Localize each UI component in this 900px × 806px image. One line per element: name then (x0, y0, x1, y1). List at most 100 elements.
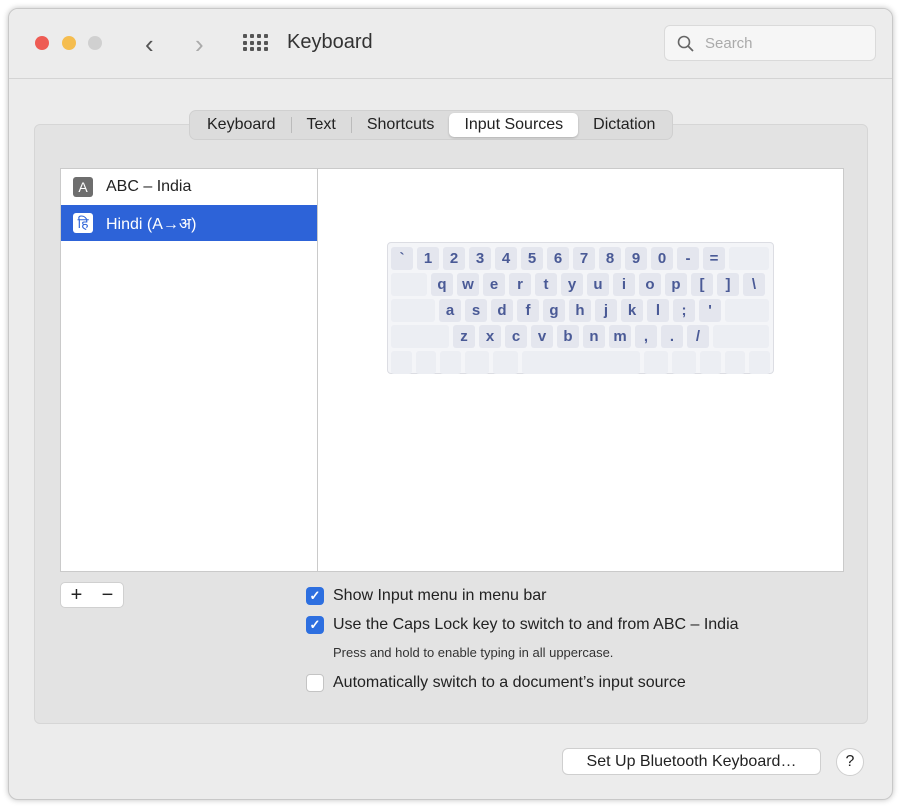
key: q (431, 273, 453, 296)
auto-switch-checkbox[interactable]: Automatically switch to a document’s inp… (306, 674, 686, 692)
key: ' (699, 299, 721, 322)
hindi-source-icon: हि (73, 213, 93, 233)
blank-key (464, 351, 490, 374)
remove-button[interactable]: − (92, 584, 123, 607)
key: ] (717, 273, 739, 296)
blank-key (725, 299, 769, 322)
blank-key (671, 351, 697, 374)
checkbox-empty (306, 674, 324, 692)
abc-source-icon: A (73, 177, 93, 197)
key: w (457, 273, 479, 296)
key: n (583, 325, 605, 348)
tab-input-sources[interactable]: Input Sources (449, 113, 579, 137)
blank-key (440, 351, 461, 374)
blank-key (749, 351, 771, 374)
zoom-button[interactable] (88, 36, 102, 50)
blank-key (391, 299, 435, 322)
tab-keyboard[interactable]: Keyboard (192, 113, 291, 137)
background-page (0, 0, 8, 806)
key: 1 (417, 247, 439, 270)
search-field[interactable]: Search (664, 25, 876, 61)
keyboard-row: q w e r t y u i o p[] \ (391, 273, 770, 296)
key: [ (691, 273, 713, 296)
key: i (613, 273, 635, 296)
key: 3 (469, 247, 491, 270)
caps-lock-checkbox[interactable]: ✓ Use the Caps Lock key to switch to and… (306, 616, 739, 634)
keyboard-preview-panel: ` 1 2 3 4 5 6 7 8 9 0- = q w e r t y u i o p[] \ a s d f g h j k l; ' z x c… (317, 168, 844, 572)
blank-key (493, 351, 518, 374)
input-source-list: A ABC – India हि Hindi (A→अ) (60, 168, 318, 572)
checkmark-icon: ✓ (306, 616, 324, 634)
blank-key (643, 351, 668, 374)
title-bar: ‹ › Keyboard Search (9, 9, 892, 79)
show-input-menu-checkbox[interactable]: ✓ Show Input menu in menu bar (306, 587, 546, 605)
blank-key (700, 351, 721, 374)
key: l (647, 299, 669, 322)
help-button[interactable]: ? (836, 748, 864, 776)
tab-shortcuts[interactable]: Shortcuts (352, 113, 450, 137)
key: p (665, 273, 687, 296)
bluetooth-keyboard-button[interactable]: Set Up Bluetooth Keyboard… (562, 748, 821, 775)
checkbox-label: Use the Caps Lock key to switch to and f… (333, 616, 739, 633)
minimize-button[interactable] (62, 36, 76, 50)
key: 2 (443, 247, 465, 270)
key: ` (391, 247, 413, 270)
forward-icon[interactable]: › (195, 29, 204, 60)
key: 6 (547, 247, 569, 270)
key: \ (743, 273, 765, 296)
key: 5 (521, 247, 543, 270)
preferences-window: ‹ › Keyboard Search Keyboard Text Shortc… (8, 8, 893, 800)
back-icon[interactable]: ‹ (145, 29, 154, 60)
blank-key (521, 351, 640, 374)
key: o (639, 273, 661, 296)
key: , (635, 325, 657, 348)
key: 0 (651, 247, 673, 270)
close-button[interactable] (35, 36, 49, 50)
keyboard-row: z x c v b n m,. / (391, 325, 770, 348)
checkbox-label: Show Input menu in menu bar (333, 587, 547, 604)
search-icon (677, 35, 694, 52)
key: y (561, 273, 583, 296)
blank-key (729, 247, 769, 270)
list-item[interactable]: A ABC – India (61, 169, 317, 205)
key: v (531, 325, 553, 348)
add-remove-control: + − (60, 582, 124, 608)
blank-key (391, 351, 412, 374)
key: x (479, 325, 501, 348)
key: g (543, 299, 565, 322)
key: b (557, 325, 579, 348)
key: f (517, 299, 539, 322)
checkmark-icon: ✓ (306, 587, 324, 605)
key: k (621, 299, 643, 322)
search-placeholder: Search (705, 35, 753, 52)
key: / (687, 325, 709, 348)
key: 7 (573, 247, 595, 270)
source-label: Hindi (A→अ) (106, 216, 197, 233)
tab-bar: Keyboard Text Shortcuts Input Sources Di… (189, 110, 674, 140)
tab-text[interactable]: Text (292, 113, 351, 137)
key: 9 (625, 247, 647, 270)
list-item[interactable]: हि Hindi (A→अ) (61, 205, 317, 241)
blank-key (415, 351, 437, 374)
key: h (569, 299, 591, 322)
key: r (509, 273, 531, 296)
key: = (703, 247, 725, 270)
blank-key (713, 325, 769, 348)
add-button[interactable]: + (61, 584, 92, 607)
show-all-grid-icon[interactable] (243, 34, 268, 52)
key: e (483, 273, 505, 296)
key: . (661, 325, 683, 348)
keyboard-layout: ` 1 2 3 4 5 6 7 8 9 0- = q w e r t y u i o p[] \ a s d f g h j k l; ' z x c… (387, 242, 774, 374)
key: t (535, 273, 557, 296)
keyboard-row (391, 351, 771, 374)
checkbox-label: Automatically switch to a document’s inp… (333, 674, 686, 691)
key: d (491, 299, 513, 322)
key: m (609, 325, 631, 348)
key: s (465, 299, 487, 322)
blank-key (724, 351, 746, 374)
tab-dictation[interactable]: Dictation (578, 113, 670, 137)
source-label: ABC – India (106, 178, 192, 195)
key: - (677, 247, 699, 270)
blank-key (391, 273, 427, 296)
key: ; (673, 299, 695, 322)
